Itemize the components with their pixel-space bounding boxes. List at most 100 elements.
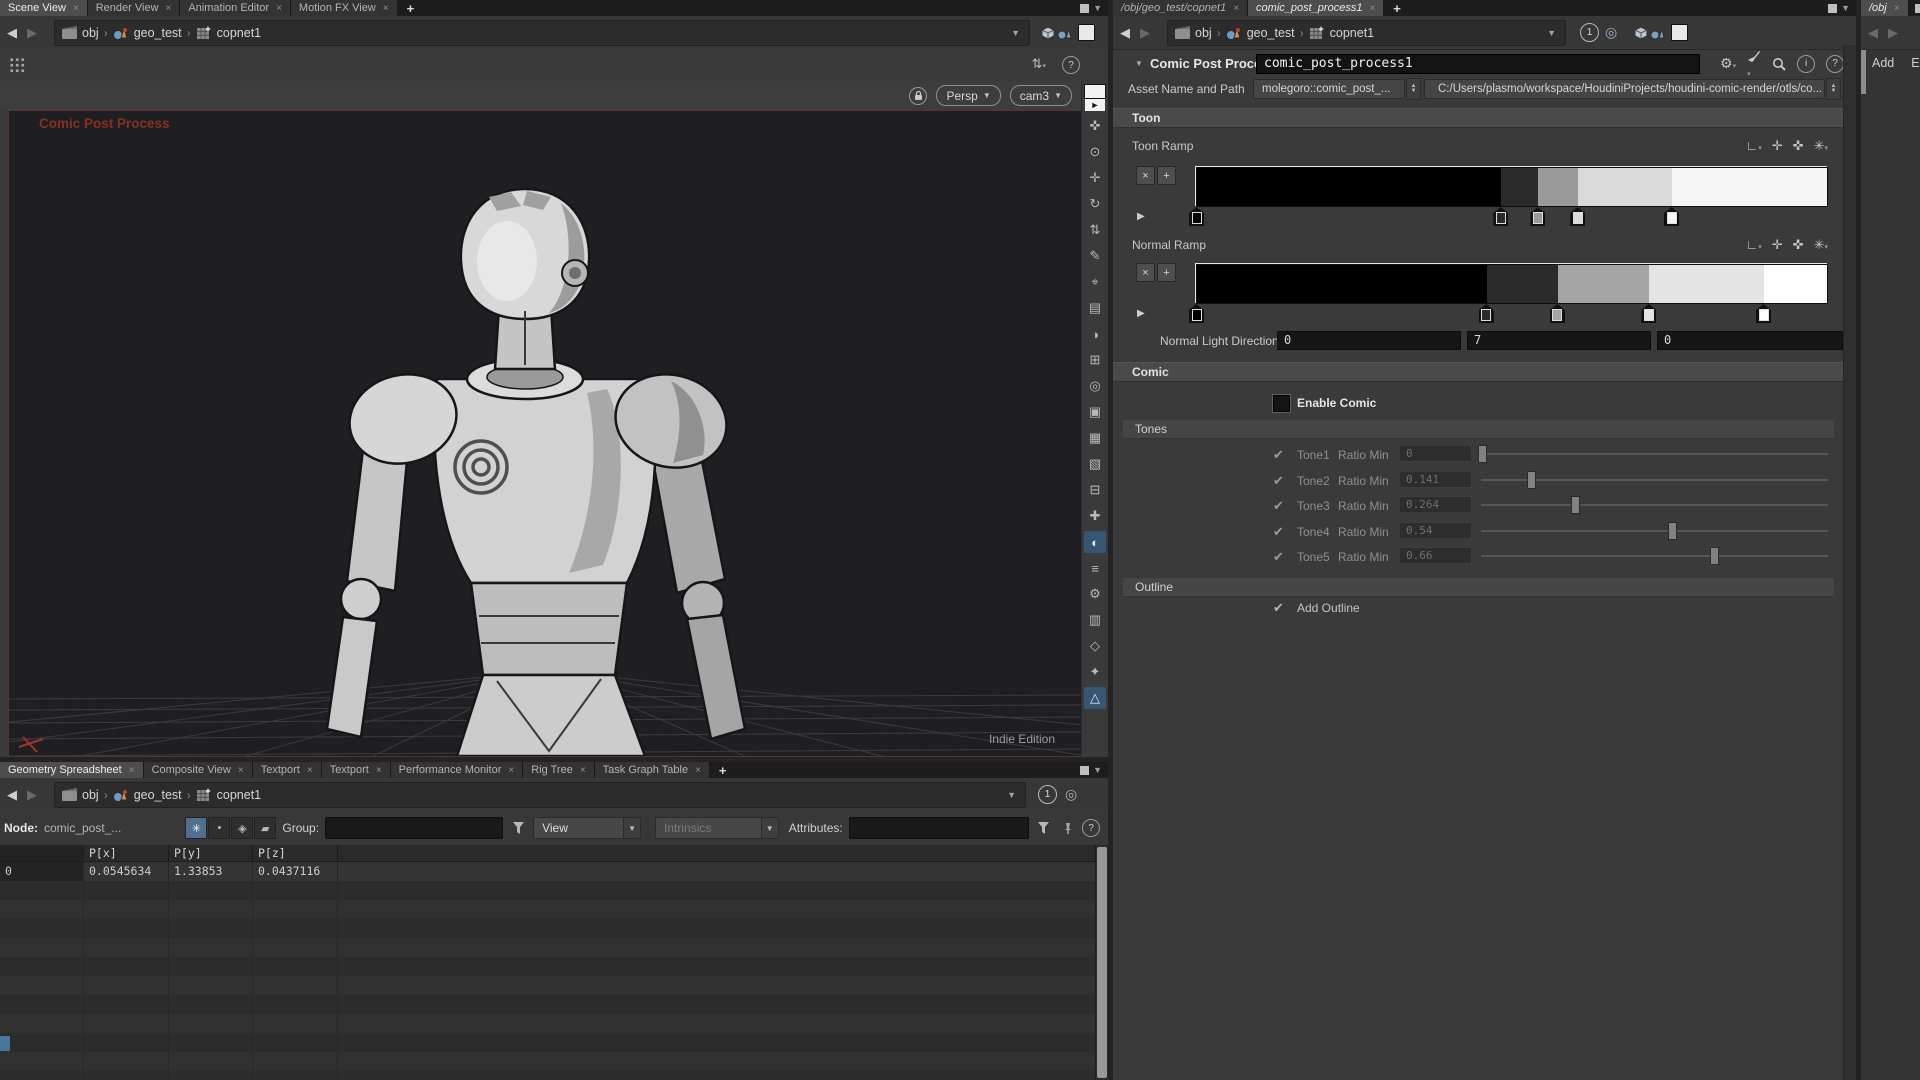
cube-icon[interactable] — [1040, 25, 1056, 41]
chevron-down-icon[interactable]: ▼ — [1544, 28, 1559, 38]
spinner-icon[interactable]: ▲▼ — [1826, 78, 1841, 100]
menu-item-edit[interactable]: Edit — [1911, 56, 1920, 70]
menu-item-add[interactable]: Add — [1872, 56, 1894, 70]
subsection-header-tones[interactable]: Tones — [1123, 420, 1834, 439]
viewport-tool-icon-13[interactable]: ▦ — [1084, 427, 1106, 449]
viewport-tool-icon-9[interactable]: ◑ — [1084, 323, 1106, 345]
info-icon[interactable]: i — [1797, 55, 1815, 73]
asset-path-field[interactable]: C:/Users/plasmo/workspace/HoudiniProject… — [1424, 79, 1825, 99]
view-dropdown[interactable]: View▼ — [533, 817, 641, 839]
ratio-min-slider[interactable] — [1481, 555, 1828, 557]
pane-maximize-icon[interactable] — [1080, 766, 1089, 775]
ratio-min-slider[interactable] — [1481, 453, 1828, 455]
light-dir-z-field[interactable]: 0 — [1657, 331, 1843, 350]
remove-key-button[interactable]: × — [1136, 166, 1155, 185]
sort-list-icon[interactable]: ⇅▾ — [1032, 56, 1046, 72]
pin-target-icon[interactable]: ◎ — [1065, 786, 1077, 803]
back-arrow-icon[interactable]: ◀ — [2, 787, 22, 803]
tab-animation-editor[interactable]: Animation Editor× — [180, 0, 291, 16]
pin-target-icon[interactable]: ◎ — [1605, 24, 1617, 41]
chevron-down-icon[interactable]: ▼ — [1841, 3, 1850, 13]
cube-icon[interactable] — [1633, 25, 1649, 41]
light-dir-y-field[interactable]: 7 — [1467, 331, 1651, 350]
new-tab-button[interactable]: + — [1384, 0, 1410, 16]
tab-render-view[interactable]: Render View× — [88, 0, 181, 16]
collapse-arrow-icon[interactable]: ▶ — [1137, 211, 1145, 222]
table-row[interactable]: 00.05456341.338530.0437116 — [0, 862, 1096, 881]
brush-icon[interactable]: ▾ — [1747, 49, 1761, 79]
pane-controls[interactable]: ▼ — [1074, 762, 1108, 778]
viewport-tool-icon-19[interactable]: ⚙ — [1084, 583, 1106, 605]
breadcrumb-item-copnet1[interactable]: copnet1 — [196, 25, 261, 41]
3d-viewport[interactable]: Comic Post Process Indie Edition — [8, 110, 1082, 757]
viewport-tool-icon-1[interactable]: ✜ — [1084, 115, 1106, 137]
shapes-icon[interactable] — [1649, 25, 1665, 41]
close-icon[interactable]: × — [129, 765, 135, 776]
close-icon[interactable]: × — [238, 765, 244, 776]
pane-splitter[interactable] — [0, 757, 1108, 762]
ratio-min-field[interactable]: 0.66 — [1399, 547, 1472, 564]
section-header-comic[interactable]: Comic — [1113, 362, 1856, 382]
breadcrumb-item-copnet1[interactable]: copnet1 — [1309, 25, 1374, 41]
chevron-down-icon[interactable]: ▼ — [1093, 3, 1102, 13]
geometry-spreadsheet-table[interactable]: P[x]P[y]P[z]00.05456341.338530.0437116 — [0, 845, 1096, 1080]
ramp-spread-icon[interactable]: ✛ — [1772, 237, 1783, 253]
color-swatch-icon[interactable] — [1078, 24, 1095, 41]
slider-handle[interactable] — [1478, 445, 1487, 463]
collapse-arrow-icon[interactable]: ▶ — [1137, 308, 1145, 319]
column-header-Py[interactable]: P[y] — [169, 845, 253, 862]
parameter-breadcrumb[interactable]: obj›geo_test›copnet1▼ — [1167, 20, 1566, 46]
tab-motion-fx-view[interactable]: Motion FX View× — [291, 0, 398, 16]
link-number-badge[interactable]: 1 — [1580, 23, 1599, 42]
tab-geometry-spreadsheet[interactable]: Geometry Spreadsheet× — [0, 762, 144, 778]
ratio-min-field[interactable]: 0.141 — [1399, 471, 1472, 488]
back-arrow-icon[interactable]: ◀ — [2, 25, 22, 41]
pane-maximize-icon[interactable] — [1915, 4, 1920, 13]
close-icon[interactable]: × — [73, 3, 79, 14]
help-icon[interactable]: ? — [1082, 819, 1100, 837]
help-icon[interactable]: ? — [1062, 56, 1080, 74]
tab-rig-tree[interactable]: Rig Tree× — [523, 762, 594, 778]
enable-comic-checkbox[interactable] — [1272, 394, 1291, 413]
ratio-min-slider[interactable] — [1481, 530, 1828, 532]
pane-controls[interactable]: ▼ — [1909, 0, 1920, 16]
close-icon[interactable]: × — [1369, 3, 1375, 14]
back-arrow-icon[interactable]: ◀ — [1115, 25, 1135, 41]
viewport-tool-icon-4[interactable]: ↻ — [1084, 193, 1106, 215]
ramp-reverse-icon[interactable]: ✜ — [1793, 138, 1804, 154]
slider-handle[interactable] — [1527, 471, 1536, 489]
back-arrow-icon[interactable]: ◀ — [1863, 25, 1883, 41]
slider-handle[interactable] — [1571, 496, 1580, 514]
link-number-badge[interactable]: 1 — [1038, 785, 1057, 804]
ramp-key-marker[interactable] — [1550, 304, 1565, 323]
node-name-input[interactable]: comic_post_process1 — [1256, 54, 1700, 74]
tab--obj-geo-test-copnet1[interactable]: /obj/geo_test/copnet1× — [1113, 0, 1248, 16]
ramp-reverse-icon[interactable]: ✜ — [1793, 237, 1804, 253]
node-value[interactable]: comic_post_... — [44, 821, 121, 835]
chevron-down-icon[interactable]: ▼ — [1008, 28, 1023, 38]
slider-handle[interactable] — [1668, 522, 1677, 540]
projection-button[interactable]: Persp▼ — [936, 85, 1000, 106]
close-icon[interactable]: × — [508, 765, 514, 776]
shapes-icon[interactable] — [1056, 25, 1072, 41]
slider-handle[interactable] — [1710, 547, 1719, 565]
viewport-tool-icon-16[interactable]: ✚ — [1084, 505, 1106, 527]
color-swatch-icon[interactable] — [1671, 24, 1688, 41]
ramp-key-marker[interactable] — [1189, 207, 1204, 226]
ramp-key-marker[interactable] — [1664, 207, 1679, 226]
camera-lock-icon[interactable] — [909, 87, 927, 105]
viewport-tool-icon-21[interactable]: ◇ — [1084, 635, 1106, 657]
filter-funnel-icon[interactable] — [1035, 818, 1053, 838]
viewport-tool-icon-8[interactable]: ▤ — [1084, 297, 1106, 319]
pane-controls[interactable]: ▼ — [1822, 0, 1856, 16]
close-icon[interactable]: × — [166, 3, 172, 14]
remove-key-button[interactable]: × — [1136, 263, 1155, 282]
light-dir-x-field[interactable]: 0 — [1277, 331, 1461, 350]
subsection-header-outline[interactable]: Outline — [1123, 578, 1834, 597]
ramp-key-marker[interactable] — [1479, 304, 1494, 323]
vertices-mode-button[interactable]: • — [208, 817, 230, 839]
ramp-key-marker[interactable] — [1189, 304, 1204, 323]
chevron-down-icon[interactable]: ▼ — [1093, 765, 1102, 775]
ramp-key-marker[interactable] — [1493, 207, 1508, 226]
viewport-tool-icon-7[interactable]: ⌖ — [1084, 271, 1106, 293]
